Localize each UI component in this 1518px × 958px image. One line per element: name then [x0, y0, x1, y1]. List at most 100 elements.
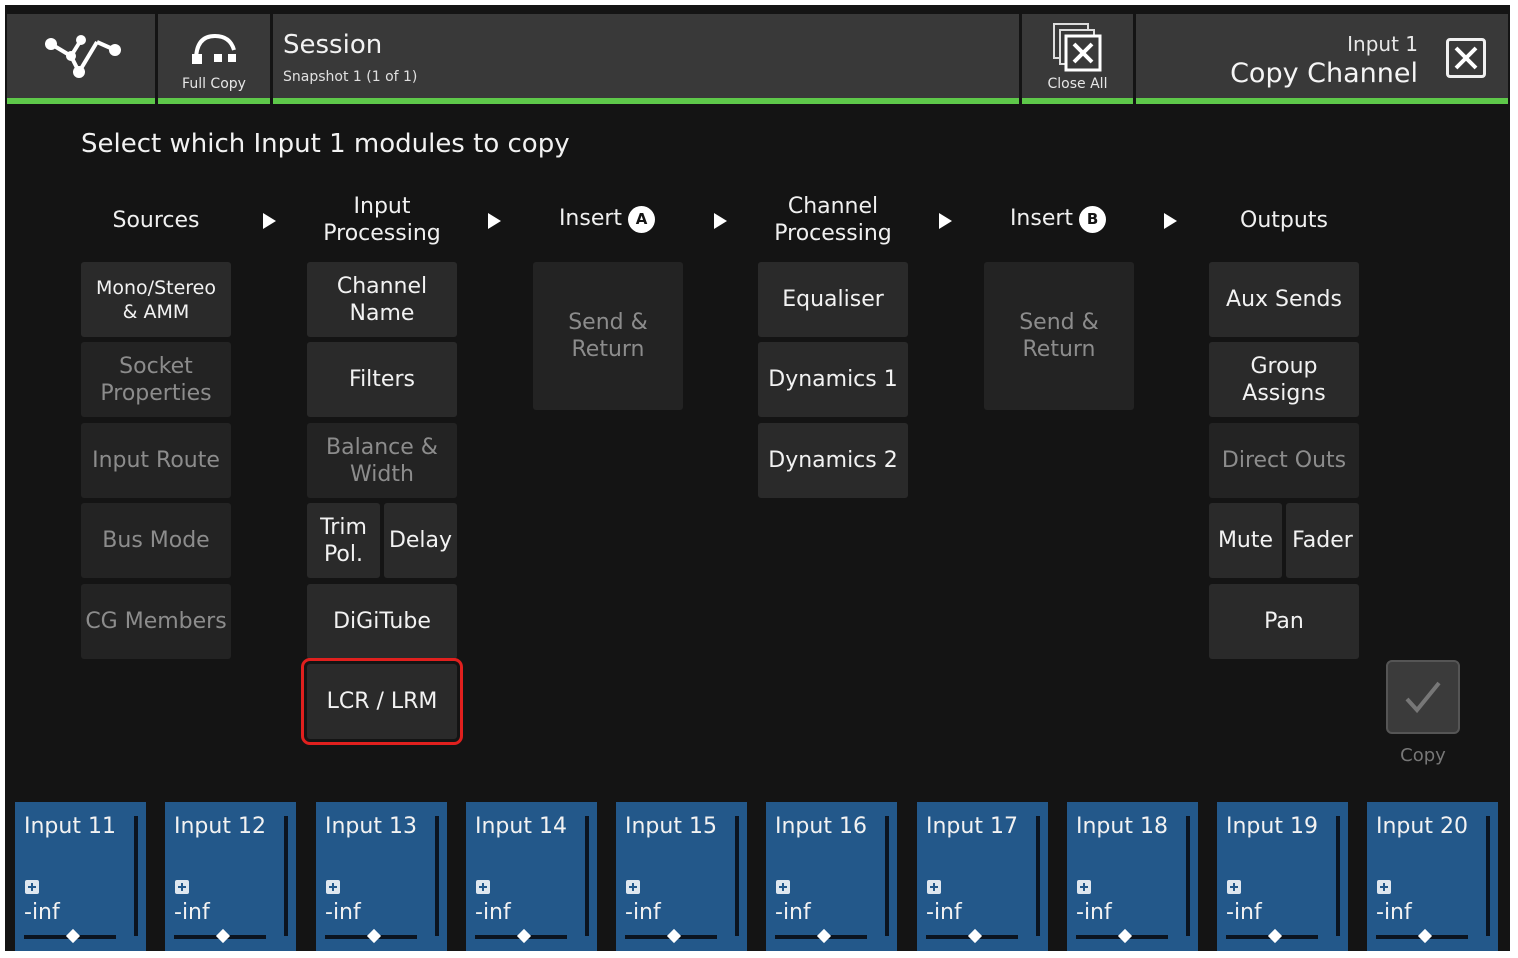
pan-marker-icon — [1417, 928, 1433, 944]
flow-arrow-icon — [263, 213, 276, 229]
level-meter — [134, 816, 138, 936]
flow-arrow-icon — [1164, 213, 1177, 229]
full-copy-icon — [192, 33, 236, 64]
module-input-route[interactable]: Input Route — [81, 423, 231, 498]
module-filters[interactable]: Filters — [307, 342, 457, 417]
pan-marker-icon — [666, 928, 682, 944]
pan-marker-icon — [215, 928, 231, 944]
level-meter — [1336, 816, 1340, 936]
strip-level: -inf — [1076, 900, 1112, 925]
strip-level: -inf — [24, 900, 60, 925]
pan-indicator — [926, 928, 1018, 944]
module-dynamics-2[interactable]: Dynamics 2 — [758, 423, 908, 498]
pan-indicator — [775, 928, 867, 944]
strip-name: Input 14 — [475, 814, 567, 839]
module-cg-members[interactable]: CG Members — [81, 584, 231, 659]
channel-name-label: Input 1 — [1347, 32, 1418, 56]
module-socket-properties[interactable]: Socket Properties — [81, 342, 231, 417]
strip-level: -inf — [1376, 900, 1412, 925]
column-header-sources: Sources — [112, 208, 200, 233]
processing-icon — [776, 880, 790, 894]
module-insert-a-send-return[interactable]: Send & Return — [533, 262, 683, 410]
channel-strip[interactable]: Input 15 -inf — [616, 802, 747, 951]
strip-name: Input 11 — [24, 814, 116, 839]
channel-strip[interactable]: Input 18 -inf — [1067, 802, 1198, 951]
channel-strip[interactable]: Input 17 -inf — [917, 802, 1048, 951]
pan-indicator — [1376, 928, 1468, 944]
module-delay[interactable]: Delay — [384, 503, 457, 578]
module-pan[interactable]: Pan — [1209, 584, 1359, 659]
strip-name: Input 13 — [325, 814, 417, 839]
module-aux-sends[interactable]: Aux Sends — [1209, 262, 1359, 337]
pan-marker-icon — [816, 928, 832, 944]
pan-marker-icon — [516, 928, 532, 944]
strip-name: Input 12 — [174, 814, 266, 839]
module-insert-b-send-return[interactable]: Send & Return — [984, 262, 1134, 410]
module-digitube[interactable]: DiGiTube — [307, 584, 457, 659]
channel-strip[interactable]: Input 16 -inf — [766, 802, 897, 951]
level-meter — [1486, 816, 1490, 936]
channel-strip[interactable]: Input 11 -inf — [15, 802, 146, 951]
module-trim-pol[interactable]: Trim Pol. — [307, 503, 380, 578]
level-meter — [1186, 816, 1190, 936]
copy-channel-header: Input 1 Copy Channel — [1136, 14, 1508, 104]
processing-icon — [25, 880, 39, 894]
level-meter — [735, 816, 739, 936]
channel-strip[interactable]: Input 14 -inf — [466, 802, 597, 951]
channel-strip[interactable]: Input 20 -inf — [1367, 802, 1498, 951]
channel-strip[interactable]: Input 12 -inf — [165, 802, 296, 951]
level-meter — [885, 816, 889, 936]
module-bus-mode[interactable]: Bus Mode — [81, 503, 231, 578]
pan-marker-icon — [1117, 928, 1133, 944]
pan-indicator — [24, 928, 116, 944]
strip-name: Input 18 — [1076, 814, 1168, 839]
pan-marker-icon — [967, 928, 983, 944]
channel-strip[interactable]: Input 13 -inf — [316, 802, 447, 951]
network-icon — [45, 35, 121, 78]
pan-indicator — [174, 928, 266, 944]
copy-button[interactable] — [1386, 660, 1460, 734]
close-all-button[interactable]: Close All — [1022, 14, 1133, 104]
full-copy-button[interactable]: Full Copy — [158, 14, 270, 104]
strip-level: -inf — [325, 900, 361, 925]
module-equaliser[interactable]: Equaliser — [758, 262, 908, 337]
module-direct-outs[interactable]: Direct Outs — [1209, 423, 1359, 498]
module-dynamics-1[interactable]: Dynamics 1 — [758, 342, 908, 417]
network-logo-button[interactable] — [7, 14, 155, 104]
module-mute[interactable]: Mute — [1209, 503, 1282, 578]
pan-marker-icon — [65, 928, 81, 944]
pan-indicator — [1226, 928, 1318, 944]
module-mono-stereo-amm[interactable]: Mono/Stereo & AMM — [81, 262, 231, 337]
strip-level: -inf — [1226, 900, 1262, 925]
flow-arrow-icon — [939, 213, 952, 229]
processing-icon — [626, 880, 640, 894]
pan-indicator — [475, 928, 567, 944]
strip-level: -inf — [625, 900, 661, 925]
processing-icon — [1377, 880, 1391, 894]
module-balance-width[interactable]: Balance & Width — [307, 423, 457, 498]
session-panel[interactable]: Session Snapshot 1 (1 of 1) — [273, 14, 1019, 104]
level-meter — [284, 816, 288, 936]
full-copy-label: Full Copy — [182, 76, 246, 92]
insert-a-badge: A — [628, 205, 656, 233]
module-fader[interactable]: Fader — [1286, 503, 1359, 578]
insert-b-badge: B — [1079, 205, 1107, 233]
close-button[interactable] — [1446, 38, 1486, 78]
close-all-icon — [1053, 23, 1102, 72]
console-screen: Full Copy Session Snapshot 1 (1 of 1) Cl… — [5, 5, 1510, 951]
pan-marker-icon — [366, 928, 382, 944]
page-title: Copy Channel — [1230, 58, 1418, 89]
insert-b-label: Insert — [1009, 206, 1074, 231]
module-group-assigns[interactable]: Group Assigns — [1209, 342, 1359, 417]
strip-level: -inf — [174, 900, 210, 925]
strip-level: -inf — [475, 900, 511, 925]
module-lcr-lrm[interactable]: LCR / LRM — [301, 658, 463, 745]
module-channel-name[interactable]: Channel Name — [307, 262, 457, 337]
level-meter — [585, 816, 589, 936]
pan-indicator — [325, 928, 417, 944]
copy-label: Copy — [1400, 745, 1446, 766]
strip-name: Input 20 — [1376, 814, 1468, 839]
processing-icon — [927, 880, 941, 894]
strip-name: Input 15 — [625, 814, 717, 839]
channel-strip[interactable]: Input 19 -inf — [1217, 802, 1348, 951]
